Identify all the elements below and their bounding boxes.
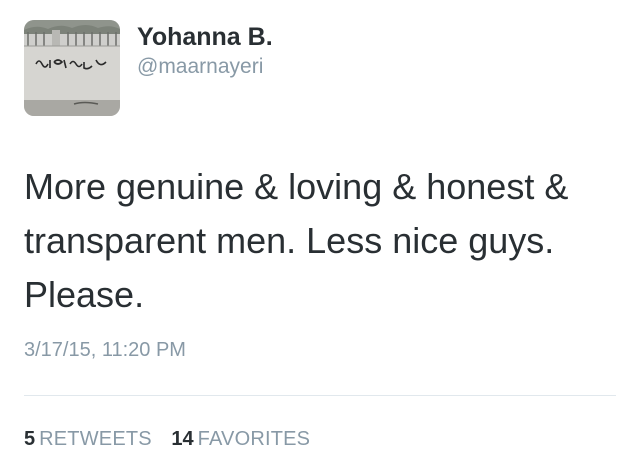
divider: [24, 395, 616, 396]
tweet-detail: Yohanna B. @maarnayeri More genuine & lo…: [0, 0, 640, 473]
tweet-text: More genuine & loving & honest & transpa…: [24, 166, 579, 315]
retweets-stat[interactable]: 5 RETWEETS: [24, 427, 152, 451]
tweet-timestamp[interactable]: 3/17/15, 11:20 PM: [24, 339, 186, 362]
user-handle[interactable]: @maarnayeri: [137, 54, 273, 80]
display-name[interactable]: Yohanna B.: [137, 22, 273, 52]
favorites-stat[interactable]: 14 FAVORITES: [171, 427, 310, 451]
favorites-label: FAVORITES: [197, 428, 311, 450]
avatar[interactable]: [24, 20, 120, 116]
favorites-count: 14: [171, 428, 194, 450]
retweets-count: 5: [24, 428, 36, 450]
tweet-stats: 5 RETWEETS 14 FAVORITES: [24, 427, 310, 451]
user-info: Yohanna B. @maarnayeri: [137, 22, 273, 80]
avatar-photo: [24, 20, 120, 116]
retweets-label: RETWEETS: [39, 428, 152, 450]
